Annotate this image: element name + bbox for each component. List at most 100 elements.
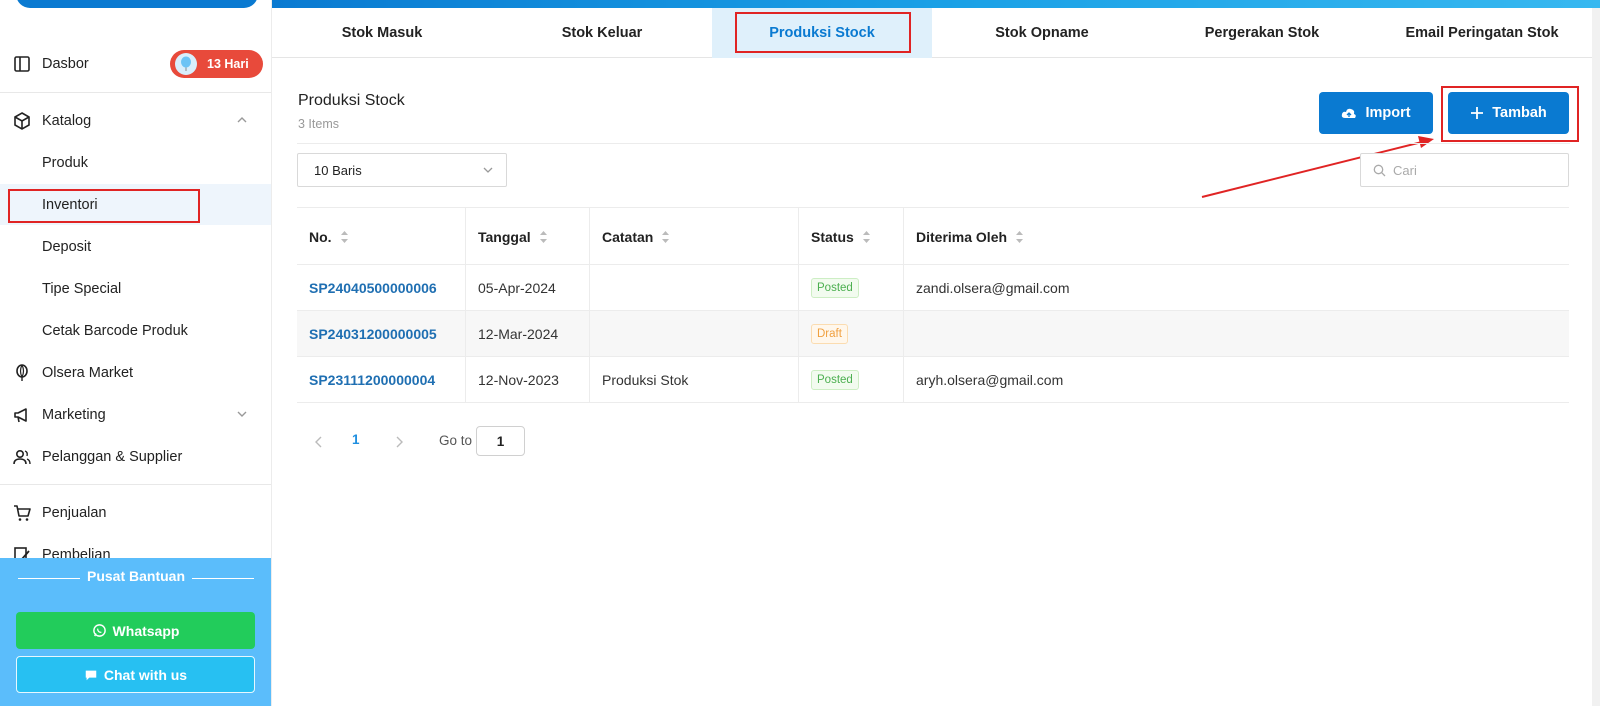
goto-label: Go to: [439, 433, 473, 448]
layout-icon: [14, 56, 30, 72]
chevron-up-icon: [237, 117, 247, 123]
column-header-diterima-oleh[interactable]: Diterima Oleh: [904, 208, 1569, 266]
help-panel: Pusat Bantuan Whatsapp Chat with us: [0, 558, 271, 706]
chat-button[interactable]: Chat with us: [16, 656, 255, 693]
tab-stok-masuk[interactable]: Stok Masuk: [272, 8, 492, 58]
sidebar-item-olsera-market[interactable]: Olsera Market: [0, 352, 271, 393]
production-number-link[interactable]: SP24040500000006: [297, 265, 466, 311]
note-cell: [590, 265, 799, 311]
search-placeholder: Cari: [1393, 162, 1417, 178]
sidebar-item-katalog[interactable]: Katalog: [0, 100, 271, 141]
column-header-label: No.: [309, 229, 332, 245]
sidebar-item-penjualan[interactable]: Penjualan: [0, 492, 271, 533]
column-header-tanggal[interactable]: Tanggal: [466, 208, 590, 266]
date-cell: 05-Apr-2024: [466, 265, 590, 311]
search-input[interactable]: Cari: [1360, 153, 1569, 187]
help-divider-right: [192, 578, 254, 579]
sidebar-item-label: Produk: [42, 154, 88, 171]
table-row[interactable]: SP24040500000006 05-Apr-2024 Posted zand…: [297, 265, 1569, 311]
column-header-label: Tanggal: [478, 229, 531, 245]
chat-bubble-icon: [85, 670, 97, 680]
whatsapp-icon: [92, 624, 106, 637]
chevron-left-icon[interactable]: [313, 435, 325, 449]
status-cell: Draft: [799, 311, 904, 357]
import-label: Import: [1365, 105, 1411, 121]
column-header-label: Status: [811, 229, 854, 245]
sidebar-divider: [0, 92, 271, 93]
date-cell: 12-Mar-2024: [466, 311, 590, 357]
chat-label: Chat with us: [103, 666, 188, 683]
tab-highlight-box: [735, 12, 911, 53]
sidebar-item-tipe-special[interactable]: Tipe Special: [0, 268, 271, 309]
chevron-down-icon: [483, 167, 493, 173]
status-badge: Draft: [811, 324, 848, 344]
page-title: Produksi Stock: [298, 92, 405, 109]
header-divider: [297, 143, 1570, 144]
sidebar-divider: [0, 484, 271, 485]
search-icon: [1373, 164, 1386, 177]
production-number-link[interactable]: SP24031200000005: [297, 311, 466, 357]
sort-icon: [862, 231, 870, 243]
sidebar-item-produk[interactable]: Produk: [0, 142, 271, 183]
received-by-cell: aryh.olsera@gmail.com: [916, 372, 1064, 388]
sidebar: Dasbor 13 Hari Katalog Produk Inventori …: [0, 0, 272, 706]
tab-stok-keluar[interactable]: Stok Keluar: [492, 8, 712, 58]
box-icon: [14, 112, 30, 130]
sidebar-item-pelanggan-supplier[interactable]: Pelanggan & Supplier: [0, 436, 271, 477]
column-header-status[interactable]: Status: [799, 208, 904, 266]
table-row[interactable]: SP24031200000005 12-Mar-2024 Draft: [297, 311, 1569, 357]
trial-days-text: 13 Hari: [207, 57, 249, 71]
table-row[interactable]: SP23111200000004 12-Nov-2023 Produksi St…: [297, 357, 1569, 403]
received-by-cell: zandi.olsera@gmail.com: [916, 280, 1070, 296]
whatsapp-button[interactable]: Whatsapp: [16, 612, 255, 649]
inventori-highlight-box: [8, 189, 200, 223]
production-table: No. Tanggal Catatan Status Diterima Oleh…: [297, 207, 1569, 403]
chevron-down-icon: [237, 411, 247, 417]
item-count: 3 Items: [298, 117, 339, 131]
status-cell: Posted: [799, 265, 904, 311]
sidebar-item-label: Marketing: [42, 406, 106, 423]
sort-icon: [340, 231, 348, 243]
tab-pergerakan-stok[interactable]: Pergerakan Stok: [1152, 8, 1372, 58]
add-button-highlight-box: [1441, 86, 1579, 142]
rows-per-page-select[interactable]: 10 Baris: [297, 153, 507, 187]
top-accent-bar: [272, 0, 1600, 8]
sidebar-item-label: Olsera Market: [42, 364, 134, 381]
note-cell: Produksi Stok: [590, 357, 799, 403]
whatsapp-label: Whatsapp: [112, 622, 180, 639]
goto-page-input[interactable]: 1: [476, 426, 525, 456]
column-header-no[interactable]: No.: [297, 208, 466, 266]
production-number-link[interactable]: SP23111200000004: [297, 357, 466, 403]
cloud-upload-icon: [1342, 108, 1357, 118]
column-header-label: Diterima Oleh: [916, 229, 1008, 245]
status-badge: Posted: [811, 278, 859, 298]
sidebar-item-label: Pelanggan & Supplier: [42, 448, 183, 465]
rows-per-page-value: 10 Baris: [314, 162, 362, 178]
tab-email-peringatan-stok[interactable]: Email Peringatan Stok: [1372, 8, 1592, 58]
table-header: No. Tanggal Catatan Status Diterima Oleh: [297, 207, 1569, 266]
users-icon: [13, 449, 31, 465]
import-button[interactable]: Import: [1319, 92, 1433, 134]
tab-bar: Stok Masuk Stok Keluar Produksi Stock St…: [272, 8, 1600, 58]
sidebar-item-deposit[interactable]: Deposit: [0, 226, 271, 267]
scrollbar[interactable]: [1592, 8, 1600, 706]
status-badge: Posted: [811, 370, 859, 390]
sidebar-item-label: Cetak Barcode Produk: [42, 322, 188, 339]
tab-stok-opname[interactable]: Stok Opname: [932, 8, 1152, 58]
received-by-cell: [904, 311, 1569, 357]
megaphone-icon: [14, 408, 27, 423]
sidebar-item-label: Tipe Special: [42, 280, 122, 297]
trial-days-badge[interactable]: 13 Hari: [170, 50, 263, 78]
app: Dasbor 13 Hari Katalog Produk Inventori …: [0, 0, 1600, 706]
sidebar-top-bar: [16, 0, 258, 8]
page-number-current[interactable]: 1: [352, 432, 360, 447]
column-header-catatan[interactable]: Catatan: [590, 208, 799, 266]
cart-icon: [14, 505, 31, 521]
balloon-outline-icon: [16, 364, 28, 381]
chevron-right-icon[interactable]: [393, 435, 405, 449]
sidebar-item-label: Deposit: [42, 238, 92, 255]
sidebar-item-cetak-barcode[interactable]: Cetak Barcode Produk: [0, 310, 271, 351]
column-header-label: Catatan: [602, 229, 654, 245]
sidebar-item-marketing[interactable]: Marketing: [0, 394, 271, 435]
status-cell: Posted: [799, 357, 904, 403]
